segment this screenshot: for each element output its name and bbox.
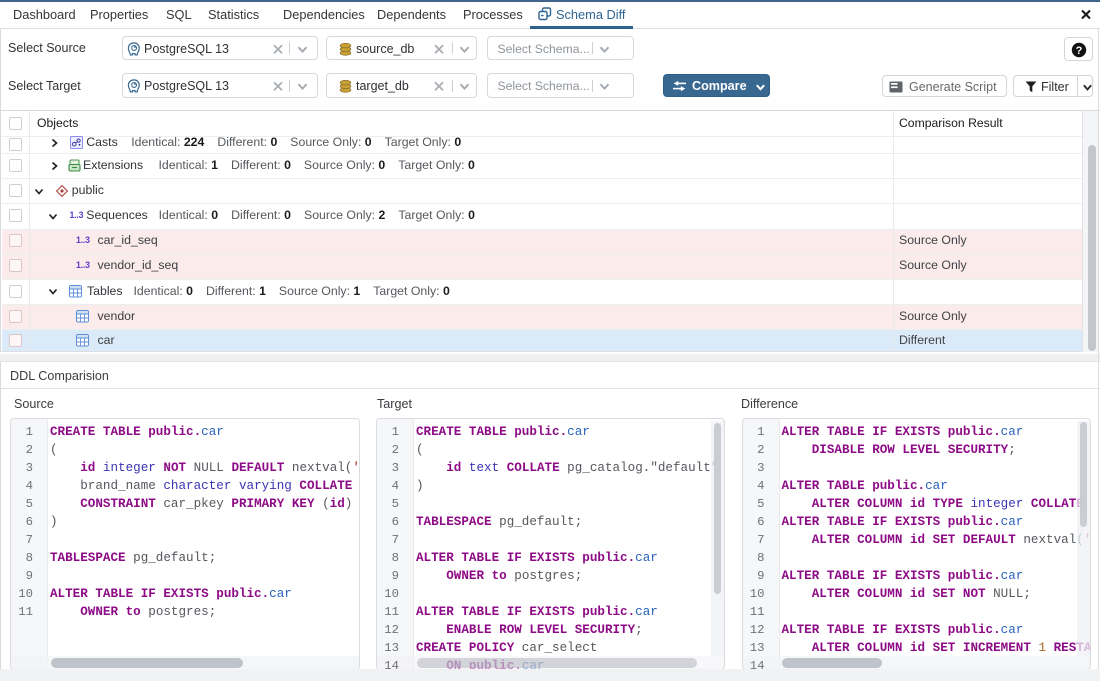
svg-text:?: ? — [1076, 44, 1083, 56]
